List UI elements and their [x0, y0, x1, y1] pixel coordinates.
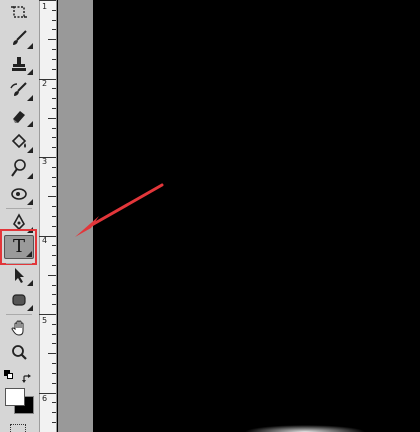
document-canvas[interactable]	[93, 0, 420, 432]
ruler-tick	[52, 343, 56, 344]
ruler-label: 5	[42, 316, 48, 325]
ruler-tick	[52, 265, 56, 266]
ruler-tick	[52, 167, 56, 168]
ruler-tick	[52, 402, 56, 403]
history-brush-tool[interactable]	[4, 78, 34, 102]
paint-bucket-icon	[11, 133, 27, 149]
ruler-tick	[52, 128, 56, 129]
history-brush-icon	[10, 82, 27, 96]
tools-panel: T	[0, 0, 40, 432]
ruler-tick	[52, 88, 56, 89]
ruler-tick	[52, 177, 56, 178]
ruler-tick	[52, 294, 56, 295]
ruler-label: 3	[42, 157, 48, 166]
ruler-tick	[52, 373, 56, 374]
ruler-tick	[52, 285, 56, 286]
ruler-tick	[48, 118, 56, 119]
ruler-tick	[52, 29, 56, 30]
canvas-glow	[245, 425, 365, 432]
brush-icon	[13, 30, 27, 45]
smudge-tool[interactable]	[4, 182, 34, 206]
hand-icon	[11, 320, 24, 336]
ruler-tick	[52, 20, 56, 21]
ruler-tick	[52, 304, 56, 305]
paint-bucket-tool[interactable]	[4, 130, 34, 154]
crop-icon	[11, 6, 27, 18]
path-selection-tool[interactable]	[4, 263, 34, 287]
eraser-tool[interactable]	[4, 104, 34, 128]
ruler-tick	[52, 186, 56, 187]
brush-tool[interactable]	[4, 26, 34, 50]
toolbar-divider	[6, 208, 32, 209]
stamp-icon	[12, 57, 26, 71]
rounded-rectangle-icon	[12, 294, 26, 306]
quick-mask-button[interactable]	[10, 424, 26, 432]
toolbar-divider	[6, 314, 32, 315]
rectangle-tool[interactable]	[4, 288, 34, 312]
arrow-cursor-icon	[15, 268, 24, 283]
ruler-tick	[52, 324, 56, 325]
ruler-tick	[52, 108, 56, 109]
ruler-tick	[52, 422, 56, 423]
ruler-label: 2	[42, 79, 48, 88]
swap-colors-icon[interactable]	[22, 369, 32, 383]
ruler-tick	[52, 137, 56, 138]
ruler-tick	[52, 412, 56, 413]
type-tool-highlight	[0, 229, 37, 265]
zoom-tool[interactable]	[4, 341, 34, 365]
dodge-icon	[11, 159, 26, 177]
ruler-tick	[52, 363, 56, 364]
ruler-tick	[52, 245, 56, 246]
foreground-color-swatch[interactable]	[5, 388, 25, 406]
ruler-tick	[52, 69, 56, 70]
ruler-tick	[39, 314, 56, 315]
ruler-tick	[52, 255, 56, 256]
eraser-icon	[13, 111, 25, 123]
ruler-tick	[52, 334, 56, 335]
ruler-tick	[52, 216, 56, 217]
ruler-tick	[52, 98, 56, 99]
vertical-ruler: 1 2 3 4 5 6	[39, 0, 57, 432]
ruler-tick	[48, 275, 56, 276]
ruler-tick	[52, 147, 56, 148]
ruler-label: 1	[42, 2, 48, 11]
ruler-label: 4	[42, 236, 48, 245]
ruler-tick	[39, 0, 56, 1]
crop-tool[interactable]	[4, 0, 34, 24]
hand-tool[interactable]	[4, 316, 34, 340]
ruler-tick	[48, 196, 56, 197]
ruler-tick	[52, 49, 56, 50]
stamp-tool[interactable]	[4, 52, 34, 76]
magnifier-icon	[12, 345, 27, 360]
dodge-tool[interactable]	[4, 156, 34, 180]
ruler-tick	[52, 10, 56, 11]
default-colors-icon[interactable]	[4, 370, 14, 380]
canvas-content	[245, 425, 365, 432]
ruler-tick	[52, 59, 56, 60]
ruler-tick	[48, 39, 56, 40]
smudge-icon	[11, 188, 27, 200]
pasteboard	[58, 0, 93, 432]
ruler-tick	[48, 353, 56, 354]
ruler-tick	[52, 383, 56, 384]
ruler-label: 6	[42, 394, 48, 403]
ruler-tick	[52, 206, 56, 207]
ruler-tick	[52, 226, 56, 227]
